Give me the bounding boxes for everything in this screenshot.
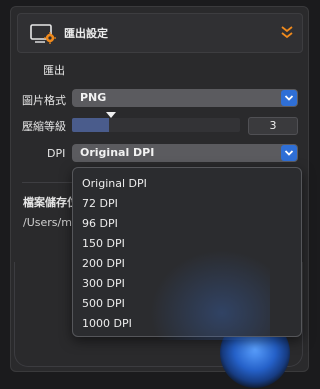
section-title: 匯出	[43, 64, 65, 77]
compression-slider-thumb[interactable]	[106, 112, 116, 118]
dpi-select[interactable]: Original DPI	[72, 144, 298, 162]
save-location-label: 檔案儲存位	[23, 196, 78, 209]
compression-slider-fill	[72, 118, 109, 132]
dpi-dropdown-menu: Original DPI 72 DPI 96 DPI 150 DPI 200 D…	[72, 167, 302, 337]
dpi-option[interactable]: 150 DPI	[82, 237, 125, 250]
compression-value: 3	[269, 119, 277, 132]
format-select[interactable]: PNG	[72, 89, 298, 107]
compression-label: 壓縮等級	[22, 120, 66, 133]
dpi-option[interactable]: 96 DPI	[82, 217, 118, 230]
compression-slider[interactable]	[72, 118, 240, 132]
dpi-value: Original DPI	[80, 146, 155, 159]
format-value: PNG	[80, 91, 107, 104]
export-screen-icon	[30, 24, 56, 44]
format-label: 圖片格式	[22, 94, 66, 107]
dpi-option[interactable]: 300 DPI	[82, 277, 125, 290]
save-path: /Users/m	[23, 216, 72, 229]
dpi-option[interactable]: Original DPI	[82, 177, 147, 190]
compression-value-input[interactable]: 3	[248, 117, 298, 135]
dpi-option[interactable]: 72 DPI	[82, 197, 118, 210]
chevron-down-icon	[281, 145, 297, 161]
dpi-option[interactable]: 1000 DPI	[82, 317, 132, 330]
header-title: 匯出設定	[64, 27, 108, 40]
collapse-chevron-icon[interactable]	[280, 24, 294, 40]
dpi-option[interactable]: 200 DPI	[82, 257, 125, 270]
dpi-option[interactable]: 500 DPI	[82, 297, 125, 310]
chevron-down-icon	[281, 90, 297, 106]
dpi-label: DPI	[47, 147, 66, 160]
export-settings-header[interactable]: 匯出設定	[17, 13, 303, 53]
